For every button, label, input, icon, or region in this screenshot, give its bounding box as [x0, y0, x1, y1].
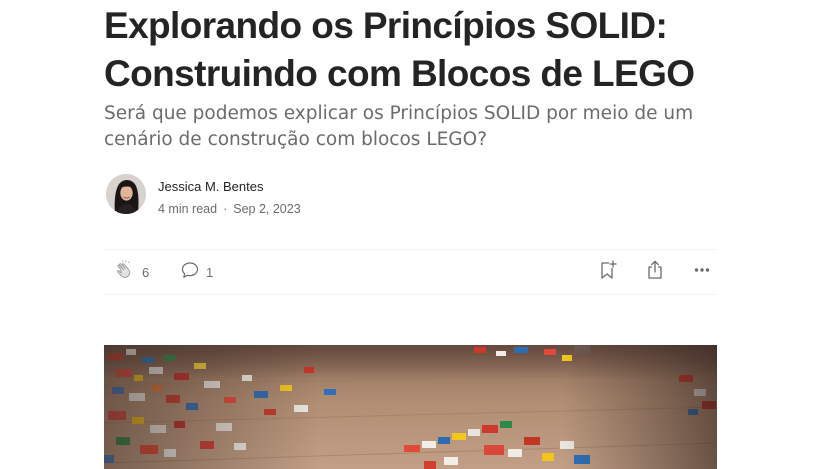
article-action-bar: 6 1: [104, 249, 717, 295]
response-bubble-icon: [180, 260, 200, 285]
publish-date: Sep 2, 2023: [233, 202, 301, 216]
more-horizontal-icon: [692, 260, 712, 285]
clap-count: 6: [142, 264, 150, 280]
share-icon: [645, 259, 665, 286]
article-meta: 4 min read · Sep 2, 2023: [158, 202, 301, 216]
lego-bricks-photo: [104, 345, 717, 469]
meta-separator: ·: [223, 202, 228, 216]
bookmark-add-icon: [598, 259, 618, 286]
article-subtitle-line-2: cenário de construção com blocos LEGO?: [104, 129, 488, 150]
author-avatar[interactable]: [106, 174, 146, 214]
save-button[interactable]: [598, 259, 618, 286]
article-subtitle-line-1: Será que podemos explicar os Princípios …: [104, 103, 694, 124]
article-title: Explorando os Princípios SOLID: Construi…: [104, 2, 744, 98]
article-title-line-1: Explorando os Princípios SOLID:: [104, 5, 668, 46]
article-subtitle: Será que podemos explicar os Princípios …: [104, 101, 724, 153]
avatar-photo: [106, 174, 146, 214]
share-button[interactable]: [645, 260, 665, 284]
read-time: 4 min read: [158, 202, 218, 216]
article-title-line-2: Construindo com Blocos de LEGO: [104, 53, 695, 94]
responses-count: 1: [206, 264, 214, 280]
article-hero-image: [104, 345, 717, 469]
clap-button[interactable]: 6: [114, 259, 150, 286]
clap-icon: [114, 259, 136, 286]
author-name[interactable]: Jessica M. Bentes: [158, 179, 264, 194]
more-options-button[interactable]: [692, 260, 712, 284]
author-byline: Jessica M. Bentes 4 min read · Sep 2, 2023: [106, 174, 506, 216]
responses-button[interactable]: 1: [180, 260, 213, 284]
